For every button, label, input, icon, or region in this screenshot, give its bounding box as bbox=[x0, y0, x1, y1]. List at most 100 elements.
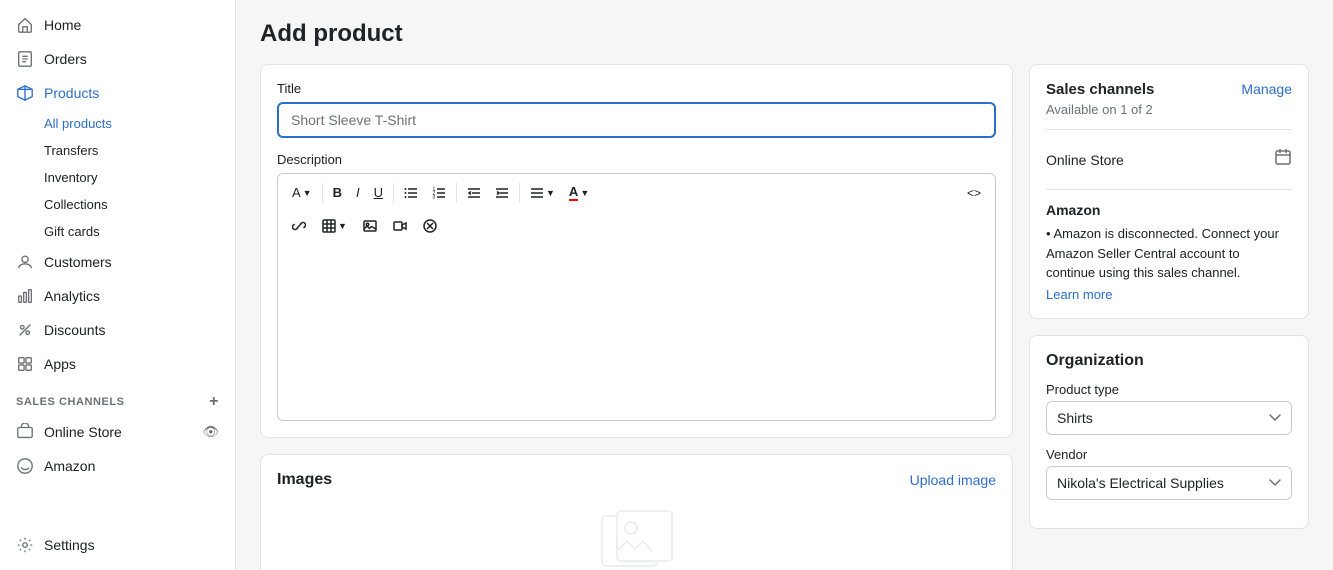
content-left: Title Description A ▼ B I U bbox=[260, 64, 1013, 570]
description-editor[interactable] bbox=[277, 241, 996, 421]
settings-icon bbox=[16, 536, 34, 554]
product-type-label: Product type bbox=[1046, 382, 1292, 397]
sales-channels-header: Sales channels Manage bbox=[1046, 81, 1292, 98]
underline-button[interactable]: U bbox=[368, 181, 389, 204]
font-button[interactable]: A ▼ bbox=[286, 181, 318, 204]
sales-channels-label: SALES CHANNELS bbox=[16, 396, 125, 408]
italic-button[interactable]: I bbox=[350, 181, 366, 204]
title-label: Title bbox=[277, 81, 996, 96]
organization-card: Organization Product type Shirts Vendor … bbox=[1029, 335, 1309, 529]
image-placeholder bbox=[277, 501, 996, 570]
toolbar-divider-4 bbox=[519, 183, 520, 203]
align-button[interactable]: ▼ bbox=[524, 182, 561, 204]
sidebar-item-discounts-label: Discounts bbox=[44, 322, 105, 338]
sales-channels-title: Sales channels bbox=[1046, 81, 1154, 98]
sidebar-item-orders-label: Orders bbox=[44, 51, 87, 67]
add-sales-channel-icon[interactable]: + bbox=[209, 393, 219, 411]
text-color-button[interactable]: A ▼ bbox=[563, 180, 595, 205]
content-right: Sales channels Manage Available on 1 of … bbox=[1029, 64, 1309, 529]
products-icon bbox=[16, 84, 34, 102]
sidebar-item-settings[interactable]: Settings bbox=[0, 528, 235, 562]
link-button[interactable] bbox=[286, 215, 312, 237]
sidebar-item-customers-label: Customers bbox=[44, 254, 112, 270]
product-type-select[interactable]: Shirts bbox=[1046, 401, 1292, 435]
toolbar-divider-3 bbox=[456, 183, 457, 203]
vendor-group: Vendor Nikola's Electrical Supplies bbox=[1046, 447, 1292, 500]
clear-format-button[interactable] bbox=[417, 215, 443, 237]
online-store-icon bbox=[16, 423, 34, 441]
page-title: Add product bbox=[260, 20, 1309, 48]
manage-link[interactable]: Manage bbox=[1241, 81, 1292, 97]
sidebar-item-apps-label: Apps bbox=[44, 356, 76, 372]
amazon-section-title: Amazon bbox=[1046, 202, 1292, 218]
panel-divider-2 bbox=[1046, 189, 1292, 190]
sidebar-item-analytics[interactable]: Analytics bbox=[0, 279, 235, 313]
panel-divider-1 bbox=[1046, 129, 1292, 130]
images-card-header: Images Upload image bbox=[277, 471, 996, 489]
sidebar: Home Orders Products All products Transf… bbox=[0, 0, 236, 570]
sidebar-item-home-label: Home bbox=[44, 17, 81, 33]
unordered-list-button[interactable] bbox=[398, 182, 424, 204]
insert-video-button[interactable] bbox=[387, 215, 413, 237]
editor-toolbar-2: ▼ bbox=[277, 211, 996, 241]
transfers-label: Transfers bbox=[44, 143, 98, 158]
vendor-select[interactable]: Nikola's Electrical Supplies bbox=[1046, 466, 1292, 500]
sidebar-item-apps[interactable]: Apps bbox=[0, 347, 235, 381]
amazon-label: Amazon bbox=[44, 458, 95, 474]
online-store-channel-name: Online Store bbox=[1046, 152, 1124, 168]
table-button[interactable]: ▼ bbox=[316, 215, 353, 237]
sales-channels-section: SALES CHANNELS + bbox=[0, 381, 235, 415]
sidebar-item-analytics-label: Analytics bbox=[44, 288, 100, 304]
product-details-card: Title Description A ▼ B I U bbox=[260, 64, 1013, 438]
sidebar-item-home[interactable]: Home bbox=[0, 8, 235, 42]
sidebar-item-customers[interactable]: Customers bbox=[0, 245, 235, 279]
upload-image-link[interactable]: Upload image bbox=[910, 472, 996, 488]
gift-cards-label: Gift cards bbox=[44, 224, 100, 239]
sidebar-item-orders[interactable]: Orders bbox=[0, 42, 235, 76]
product-type-group: Product type Shirts bbox=[1046, 382, 1292, 435]
indent-decrease-button[interactable] bbox=[461, 182, 487, 204]
insert-image-button[interactable] bbox=[357, 215, 383, 237]
images-card: Images Upload image bbox=[260, 454, 1013, 570]
sidebar-item-amazon[interactable]: Amazon bbox=[0, 449, 235, 483]
learn-more-link[interactable]: Learn more bbox=[1046, 287, 1292, 302]
sidebar-item-discounts[interactable]: Discounts bbox=[0, 313, 235, 347]
code-view-button[interactable]: <> bbox=[961, 182, 987, 204]
sales-channels-card: Sales channels Manage Available on 1 of … bbox=[1029, 64, 1309, 319]
toolbar-divider-1 bbox=[322, 183, 323, 203]
title-input[interactable] bbox=[277, 102, 996, 138]
settings-label: Settings bbox=[44, 537, 95, 553]
amazon-message: Amazon is disconnected. Connect your Ama… bbox=[1046, 224, 1292, 283]
sidebar-subitem-all-products[interactable]: All products bbox=[0, 110, 235, 137]
sidebar-item-products-label: Products bbox=[44, 85, 99, 101]
online-store-label: Online Store bbox=[44, 424, 122, 440]
online-store-channel-row: Online Store bbox=[1046, 142, 1292, 177]
ordered-list-button[interactable]: 123 bbox=[426, 182, 452, 204]
amazon-icon bbox=[16, 457, 34, 475]
sidebar-item-products[interactable]: Products bbox=[0, 76, 235, 110]
indent-increase-button[interactable] bbox=[489, 182, 515, 204]
vendor-label: Vendor bbox=[1046, 447, 1292, 462]
sidebar-item-online-store[interactable]: Online Store 👁 bbox=[0, 415, 235, 449]
sidebar-subitem-transfers[interactable]: Transfers bbox=[0, 137, 235, 164]
content-row: Title Description A ▼ B I U bbox=[260, 64, 1309, 570]
main-content: Add product Title Description A ▼ bbox=[236, 0, 1333, 570]
amazon-section: Amazon Amazon is disconnected. Connect y… bbox=[1046, 202, 1292, 302]
collections-label: Collections bbox=[44, 197, 108, 212]
svg-text:3: 3 bbox=[433, 194, 436, 200]
apps-icon bbox=[16, 355, 34, 373]
sidebar-subitem-inventory[interactable]: Inventory bbox=[0, 164, 235, 191]
editor-toolbar-1: A ▼ B I U 123 bbox=[277, 173, 996, 211]
orders-icon bbox=[16, 50, 34, 68]
online-store-visibility-icon[interactable]: 👁 bbox=[202, 424, 219, 440]
online-store-calendar-icon[interactable] bbox=[1274, 148, 1292, 171]
discounts-icon bbox=[16, 321, 34, 339]
inventory-label: Inventory bbox=[44, 170, 97, 185]
available-text: Available on 1 of 2 bbox=[1046, 102, 1292, 117]
bold-button[interactable]: B bbox=[327, 181, 348, 204]
organization-title: Organization bbox=[1046, 352, 1292, 370]
sidebar-subitem-gift-cards[interactable]: Gift cards bbox=[0, 218, 235, 245]
description-label: Description bbox=[277, 152, 996, 167]
all-products-label: All products bbox=[44, 116, 112, 131]
sidebar-subitem-collections[interactable]: Collections bbox=[0, 191, 235, 218]
